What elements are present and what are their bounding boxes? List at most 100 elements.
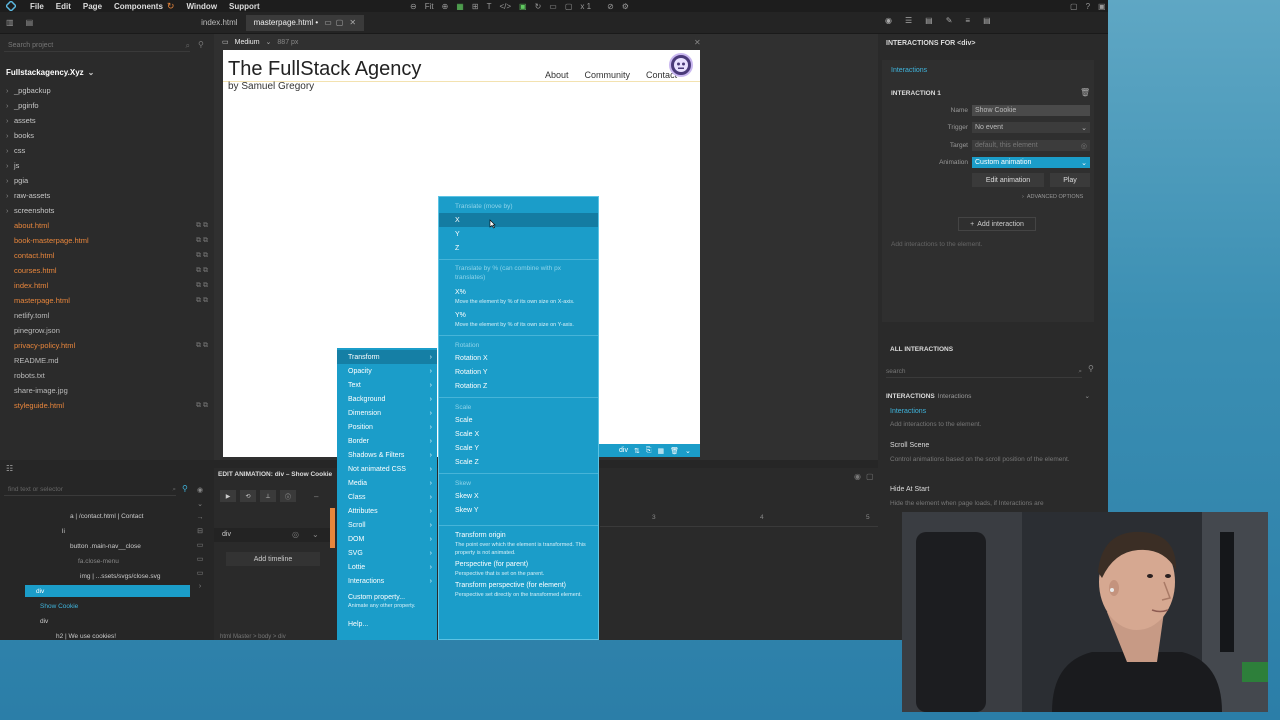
preview-icon[interactable]: ▭ (549, 2, 557, 11)
help-icon[interactable]: ? (1086, 2, 1090, 11)
scale-z-item[interactable]: Scale Z (439, 455, 598, 469)
page-actions-icon[interactable]: ⧉ ⧉ (196, 297, 208, 305)
property-menu-item[interactable]: Attributes › (337, 504, 437, 518)
rotation-z-item[interactable]: Rotation Z (439, 379, 598, 393)
target-icon[interactable]: ◎ (1081, 142, 1087, 150)
scale-y-item[interactable]: Scale Y (439, 441, 598, 455)
tree-node[interactable]: button .main-nav__close (0, 539, 192, 554)
info-icon[interactable]: ⓘ (280, 490, 296, 502)
menu-page[interactable]: Page (83, 2, 102, 11)
window-icon[interactable]: ▢ (866, 472, 874, 481)
close-canvas-icon[interactable]: ✕ (694, 38, 701, 47)
translate-ypct-item[interactable]: Y% (439, 309, 598, 321)
property-menu-item[interactable]: Not animated CSS › (337, 462, 437, 476)
export-icon[interactable]: ▢ (565, 2, 573, 11)
layout-icon[interactable]: ▣ (519, 2, 527, 11)
avatar[interactable] (669, 53, 693, 77)
style-icon[interactable]: ✎ (946, 16, 953, 25)
folder-item[interactable]: › books (6, 128, 212, 143)
grid-icon[interactable]: ▦ (657, 447, 664, 455)
settings-icon[interactable]: ⚙ (622, 2, 629, 11)
rotation-y-item[interactable]: Rotation Y (439, 365, 598, 379)
tree-node[interactable]: fa.close-menu (0, 554, 192, 569)
filter-icon[interactable]: ⚲ (198, 40, 204, 49)
scale-x-item[interactable]: Scale X (439, 427, 598, 441)
menu-window[interactable]: Window (186, 2, 217, 11)
tree-panel-icon[interactable]: ☷ (6, 464, 13, 473)
menu-support[interactable]: Support (229, 2, 260, 11)
folder-item[interactable]: › pgia (6, 173, 212, 188)
file-item[interactable]: pinegrow.json (6, 323, 212, 338)
play-button[interactable]: Play (1050, 173, 1090, 187)
list-item[interactable]: Scroll Scene Control animations based on… (890, 442, 1086, 486)
rotation-x-item[interactable]: Rotation X (439, 351, 598, 365)
perspective-element-item[interactable]: Transform perspective (for element) (439, 580, 598, 591)
translate-y-item[interactable]: Y (439, 227, 598, 241)
box-icon[interactable]: ▭ (197, 555, 204, 563)
move-icon[interactable]: ⇅ (634, 447, 640, 455)
property-menu-item[interactable]: SVG › (337, 546, 437, 560)
tree-node[interactable]: Show Cookie (0, 599, 192, 614)
skew-y-item[interactable]: Skew Y (439, 503, 598, 517)
grid-icon[interactable]: ▦ (456, 2, 464, 11)
property-menu-item[interactable]: Border › (337, 434, 437, 448)
filter-icon[interactable]: ⚲ (182, 484, 188, 493)
sidebar-toggle-icon[interactable]: ▥ (6, 18, 14, 27)
window-icon[interactable]: ▢ (336, 18, 344, 27)
close-tab-icon[interactable]: ✕ (349, 18, 356, 27)
file-item[interactable]: netlify.toml (6, 308, 212, 323)
target-icon[interactable]: ◎ (292, 530, 299, 539)
code-icon[interactable]: </> (499, 2, 511, 11)
save-icon[interactable]: ▤ (26, 18, 34, 27)
file-item[interactable]: about.html ⧉ ⧉ (6, 218, 212, 233)
chevron-down-icon[interactable]: ⌄ (685, 447, 691, 455)
property-menu-item[interactable]: DOM › (337, 532, 437, 546)
property-menu-item[interactable]: Position › (337, 420, 437, 434)
page-actions-icon[interactable]: ⧉ ⧉ (196, 402, 208, 410)
transform-origin-item[interactable]: Transform origin (439, 530, 598, 541)
chevron-right-icon[interactable]: › (199, 583, 201, 590)
panel-icon[interactable]: ▤ (983, 16, 991, 25)
eye-icon[interactable]: ◉ (854, 472, 861, 481)
folder-item[interactable]: › assets (6, 113, 212, 128)
file-item[interactable]: privacy-policy.html ⧉ ⧉ (6, 338, 212, 353)
page-actions-icon[interactable]: ⧉ ⧉ (196, 252, 208, 260)
menu-edit[interactable]: Edit (56, 2, 71, 11)
scale-item[interactable]: Scale (439, 413, 598, 427)
play-icon[interactable]: ▶ (220, 490, 236, 502)
animation-select[interactable]: Custom animation ⌄ (972, 157, 1090, 168)
trash-icon[interactable]: 🗑 (1080, 88, 1090, 97)
zoom-out-icon[interactable]: ⊖ (410, 2, 417, 11)
menu-components[interactable]: Components (114, 2, 163, 11)
tree-node[interactable]: h2 | We use cookies! (0, 629, 192, 640)
interactions-icon[interactable]: ◉ (885, 16, 892, 25)
chevron-down-icon[interactable]: ⌄ (88, 68, 95, 77)
target-field[interactable]: default, this element ◎ (972, 140, 1090, 151)
hide-icon[interactable]: ⊘ (607, 2, 614, 11)
file-item[interactable]: contact.html ⧉ ⧉ (6, 248, 212, 263)
site-subtitle[interactable]: by Samuel Gregory (228, 81, 314, 92)
minus-icon[interactable]: – (314, 492, 318, 501)
tree-node[interactable]: a | /contact.html | Contact (0, 509, 192, 524)
text-icon[interactable]: T (487, 2, 492, 11)
file-item[interactable]: robots.txt (6, 368, 212, 383)
tile-icon[interactable]: ▣ (1098, 2, 1106, 11)
interactions-group[interactable]: INTERACTIONS Interactions ⌄ (886, 392, 1090, 401)
custom-property-item[interactable]: Custom property... Animate any other pro… (337, 594, 437, 609)
nav-about[interactable]: About (545, 70, 569, 80)
eye-icon[interactable]: ◉ (197, 486, 203, 494)
reload-icon[interactable]: ↻ (535, 2, 542, 11)
folder-item[interactable]: › screenshots (6, 203, 212, 218)
chevron-down-icon[interactable]: ⌄ (197, 500, 203, 508)
trigger-select[interactable]: No event ⌄ (972, 122, 1090, 133)
property-menu-item[interactable]: Media › (337, 476, 437, 490)
keyframe-icon[interactable]: ⊥ (260, 490, 276, 502)
project-search-input[interactable]: Search project ⌕ (4, 40, 190, 52)
file-item[interactable]: README.md (6, 353, 212, 368)
properties-icon[interactable]: ☰ (905, 16, 912, 25)
page-actions-icon[interactable]: ⧉ ⧉ (196, 222, 208, 230)
file-item[interactable]: share-image.jpg (6, 383, 212, 398)
ruler-icon[interactable]: ⊞ (472, 2, 479, 11)
folder-item[interactable]: › _pginfo (6, 98, 212, 113)
track-row[interactable]: div ◎ ⌄ (214, 528, 334, 542)
